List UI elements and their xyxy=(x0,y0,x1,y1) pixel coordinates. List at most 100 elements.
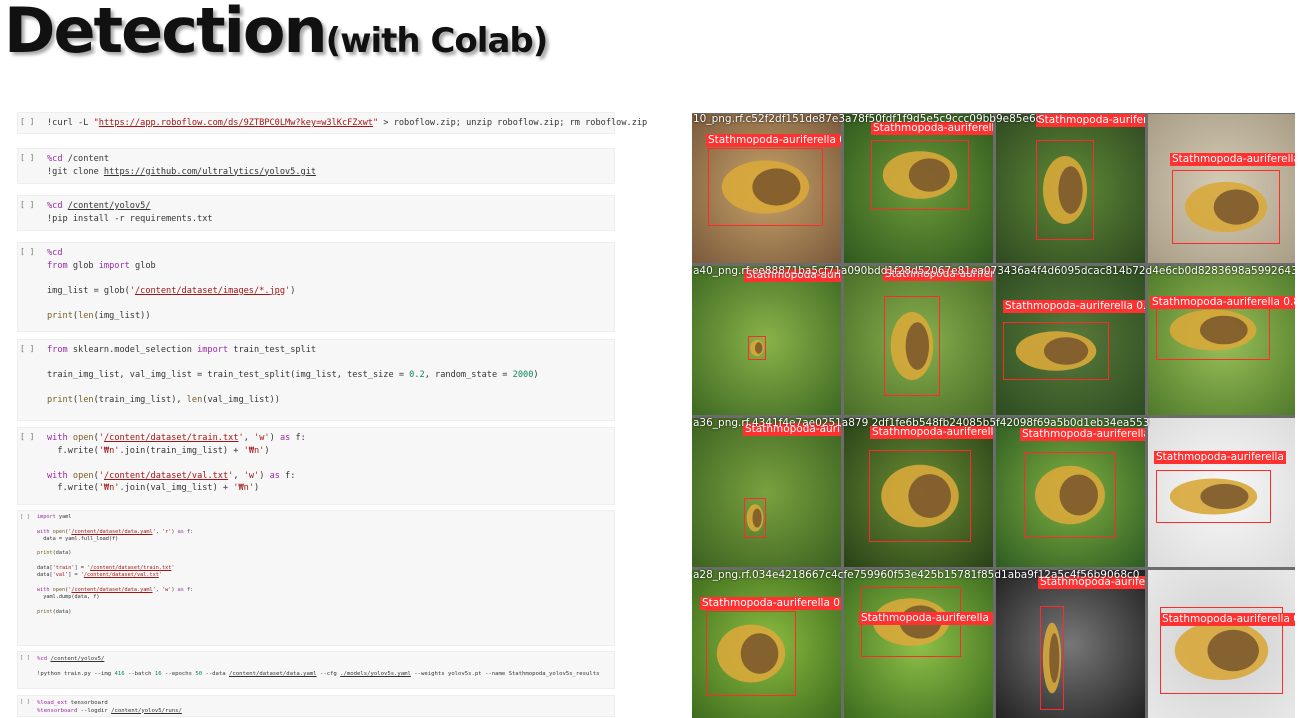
bounding-box xyxy=(871,140,969,210)
code-line: import yaml xyxy=(37,514,72,520)
bounding-box xyxy=(706,611,796,696)
code-line: yaml.dump(data, f) xyxy=(37,594,100,601)
bounding-box xyxy=(1036,140,1094,240)
detection-label: Stathmopoda-auriferella 0.7 xyxy=(706,134,841,147)
detection-tile: Stathmopoda-auriferella 0.6 xyxy=(844,114,993,263)
code-line: print(len(train_img_list), len(val_img_l… xyxy=(47,395,280,405)
bounding-box xyxy=(748,336,766,360)
code-cell[interactable]: [ ] %load_ext tensorboard %tensorboard --l… xyxy=(17,695,615,717)
bounding-box xyxy=(869,450,971,542)
detection-tile: Stathmopoda-auriferella 0.8 xyxy=(844,266,993,415)
code-text[interactable]: %load_ext tensorboard %tensorboard --logd… xyxy=(37,700,182,715)
code-line: %cd /content xyxy=(47,154,110,164)
run-cell-button[interactable]: [ ] xyxy=(20,344,34,353)
code-cell[interactable]: [ ] %cd /content/yolov5/ !pip install -r r… xyxy=(17,195,615,231)
code-text[interactable]: %cd from glob import glob img_list = glob… xyxy=(47,247,295,322)
title-sub: (with Colab) xyxy=(325,21,549,61)
code-text[interactable]: import yaml with open('/content/dataset/… xyxy=(37,514,193,616)
detection-tile: Stathmopoda-auriferella 0.8 xyxy=(1148,266,1295,415)
detection-tile: Stathmopoda-auriferella 0.6 xyxy=(844,570,993,718)
detection-label: Stathmopoda-auriferella 0.8 xyxy=(870,426,993,439)
bounding-box xyxy=(1040,606,1064,710)
code-line: %load_ext tensorboard xyxy=(37,700,108,706)
code-cell[interactable]: [ ] %cd /content !git clone https://github… xyxy=(17,148,615,184)
run-cell-button[interactable]: [ ] xyxy=(20,153,34,162)
code-line: !git clone https://github.com/ultralytic… xyxy=(47,166,317,177)
detection-label: Stathmopoda-auriferella 0. xyxy=(1160,613,1295,626)
code-line: from glob import glob xyxy=(47,260,156,271)
bounding-box xyxy=(708,148,823,226)
code-text[interactable]: %cd /content !git clone https://github.co… xyxy=(47,153,316,178)
code-cell[interactable]: [ ] %cd from glob import glob img_list = g… xyxy=(17,242,615,332)
bounding-box xyxy=(744,498,766,538)
code-text[interactable]: from sklearn.model_selection import trai… xyxy=(47,344,539,407)
code-line: data['train'] = '/content/dataset/train.… xyxy=(37,565,175,572)
code-line: from sklearn.model_selection import trai… xyxy=(47,345,317,355)
code-text[interactable]: %cd /content/yolov5/ !pip install -r requ… xyxy=(47,200,213,225)
detection-tile: Stathmopoda-auriferella 0. xyxy=(1148,570,1295,718)
run-cell-button[interactable]: [ ] xyxy=(20,117,34,126)
detection-label: Stathmopoda-auriferella 0.4 xyxy=(744,269,841,282)
detection-tile: Stathmopoda-auriferella 0.7 xyxy=(692,114,841,263)
run-cell-button[interactable]: [ ] xyxy=(20,247,34,256)
code-cell[interactable]: [ ] import yaml with open('/content/datas… xyxy=(17,510,615,646)
detection-label: Stathmopoda-auriferella 0.8 xyxy=(700,597,841,610)
code-line: data = yaml.full_load(f) xyxy=(37,535,119,542)
bounding-box xyxy=(1024,452,1116,538)
code-line: with open('/content/dataset/data.yaml', … xyxy=(37,528,194,535)
detection-label: Stathmopoda-auriferella 0.8 xyxy=(1020,428,1145,441)
detection-label: Stathmopoda-auriferella 0.6 xyxy=(1036,114,1145,127)
code-cell[interactable]: [ ] !curl -L "https://app.roboflow.com/ds… xyxy=(17,112,647,134)
code-cell[interactable]: [ ] from sklearn.model_selection import t… xyxy=(17,339,615,421)
code-line: %cd /content/yolov5/ xyxy=(47,201,151,211)
detection-label: Stathmopoda-auriferella 0.6 xyxy=(859,612,993,625)
run-cell-button[interactable]: [ ] xyxy=(20,699,30,705)
detection-tile: Stathmopoda-auriferella 0.8 xyxy=(996,266,1145,415)
title-main: Detection xyxy=(4,0,328,67)
code-line: data['val'] = '/content/dataset/val.txt' xyxy=(37,572,162,579)
detection-tile: Stathmopoda-auriferella 0.4 xyxy=(692,266,841,415)
detection-tile: Stathmopoda-auriferella 0.6 xyxy=(996,114,1145,263)
run-cell-button[interactable]: [ ] xyxy=(20,200,34,209)
moth-photo xyxy=(692,418,841,567)
code-text[interactable]: !curl -L "https://app.roboflow.com/ds/9Z… xyxy=(47,117,647,130)
code-cell[interactable]: [ ] with open('/content/dataset/train.txt… xyxy=(17,427,615,505)
detection-tile: Stathmopoda-auriferella 0.8 xyxy=(996,418,1145,567)
code-line: print(data) xyxy=(37,550,72,557)
bounding-box xyxy=(1156,300,1270,360)
code-cell[interactable]: [ ] %cd /content/yolov5/ !python train.py… xyxy=(17,651,615,689)
code-line: f.write('₩n'.join(train_img_list) + '₩n'… xyxy=(47,445,270,456)
detection-label: Stathmopoda-auriferella xyxy=(1154,451,1286,464)
code-line: train_img_list, val_img_list = train_tes… xyxy=(47,370,539,380)
run-cell-button[interactable]: [ ] xyxy=(20,514,30,520)
code-line: !python train.py --img 416 --batch 16 --… xyxy=(37,671,600,677)
code-text[interactable]: with open('/content/dataset/train.txt', … xyxy=(47,432,306,495)
detection-label: Stathmopoda-auriferella 0.5 xyxy=(743,423,841,436)
detection-tile: Stathmopoda-auriferella 0.5 xyxy=(692,418,841,567)
code-line: %tensorboard --logdir /content/yolov5/ru… xyxy=(37,707,182,714)
code-text[interactable]: %cd /content/yolov5/ !python train.py --… xyxy=(37,656,600,679)
detection-label: Stathmopoda-auriferella xyxy=(1170,153,1295,166)
moth-photo xyxy=(692,266,841,415)
detection-label: Stathmopoda-auriferella 0.8 xyxy=(1038,576,1145,589)
bounding-box xyxy=(884,296,940,396)
detection-tile: Stathmopoda-auriferella 0.8 xyxy=(692,570,841,718)
run-cell-button[interactable]: [ ] xyxy=(20,432,34,441)
bounding-box xyxy=(1003,322,1109,380)
code-line: with open('/content/dataset/train.txt', … xyxy=(47,433,306,443)
bounding-box xyxy=(1156,470,1271,523)
detection-label: Stathmopoda-auriferella 0.8 xyxy=(1150,296,1295,309)
code-line: print(data) xyxy=(37,608,72,615)
run-cell-button[interactable]: [ ] xyxy=(20,655,30,661)
code-line: img_list = glob('/content/dataset/images… xyxy=(47,285,296,296)
